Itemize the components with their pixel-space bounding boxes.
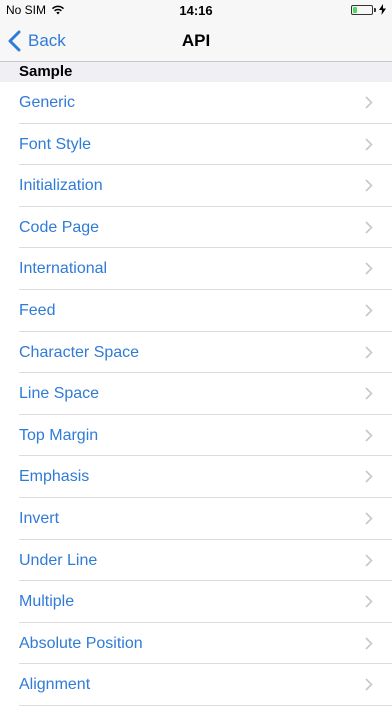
battery-icon: [351, 4, 373, 15]
list-item[interactable]: Character Space: [0, 332, 392, 374]
list-item-label: International: [19, 260, 108, 278]
chevron-right-icon: [365, 595, 373, 608]
list-item[interactable]: Font Style: [0, 124, 392, 166]
list-item-label: Generic: [19, 94, 76, 111]
list-item[interactable]: Alignment: [0, 664, 392, 706]
chevron-right-icon: [365, 221, 373, 234]
list-item[interactable]: Multiple: [0, 581, 392, 623]
chevron-right-icon: [365, 262, 373, 275]
list-item-label: Alignment: [19, 676, 91, 694]
list-item-label: Font Style: [19, 135, 92, 153]
list-item-label: Code Page: [19, 218, 100, 236]
chevron-right-icon: [365, 512, 373, 525]
list-item[interactable]: Under Line: [0, 540, 392, 582]
battery-indicator: [351, 4, 386, 15]
chevron-right-icon: [365, 96, 373, 109]
chevron-right-icon: [365, 304, 373, 317]
chevron-right-icon: [365, 678, 373, 691]
list-item[interactable]: Absolute Position: [0, 623, 392, 665]
chevron-right-icon: [365, 387, 373, 400]
chevron-right-icon: [365, 637, 373, 650]
navigation-bar: Back API: [0, 20, 392, 62]
chevron-right-icon: [365, 179, 373, 192]
list-item-label: Multiple: [19, 593, 75, 611]
battery-tip: [374, 7, 376, 12]
list-item-label: Invert: [19, 509, 60, 527]
list-item-label: Feed: [19, 301, 56, 319]
chevron-right-icon: [365, 345, 373, 359]
list-item[interactable]: Line Space: [0, 373, 392, 415]
status-bar: No SIM 14:16: [0, 0, 392, 20]
section-header: Sample: [0, 62, 392, 82]
list-item-label: Under Line: [19, 551, 98, 569]
list-item-label: Initialization: [19, 177, 103, 195]
chevron-right-icon: [365, 138, 373, 151]
chevron-right-icon: [365, 470, 373, 483]
chevron-right-icon: [365, 429, 373, 442]
list-item-label: Top Margin: [19, 426, 99, 444]
list-item[interactable]: Feed: [0, 290, 392, 332]
list-item-label: Line Space: [19, 385, 100, 403]
list-item[interactable]: Generic: [0, 82, 392, 124]
battery-fill: [353, 6, 357, 13]
list-item[interactable]: Initialization: [0, 165, 392, 207]
list-item-label: Emphasis: [19, 468, 90, 486]
list-item[interactable]: International: [0, 248, 392, 290]
list-item[interactable]: Emphasis: [0, 456, 392, 498]
chevron-right-icon: [365, 553, 373, 567]
list-item-label: Absolute Position: [19, 634, 143, 652]
list-item-label: Character Space: [19, 343, 140, 361]
charging-icon: [379, 4, 386, 15]
list-item[interactable]: Top Margin: [0, 415, 392, 457]
api-list: Generic Font Style Initialization Code Page…: [0, 82, 392, 706]
page-title: API: [181, 31, 211, 50]
status-time: 14:16: [179, 3, 213, 18]
list-item[interactable]: Code Page: [0, 207, 392, 249]
list-item[interactable]: Invert: [0, 498, 392, 540]
